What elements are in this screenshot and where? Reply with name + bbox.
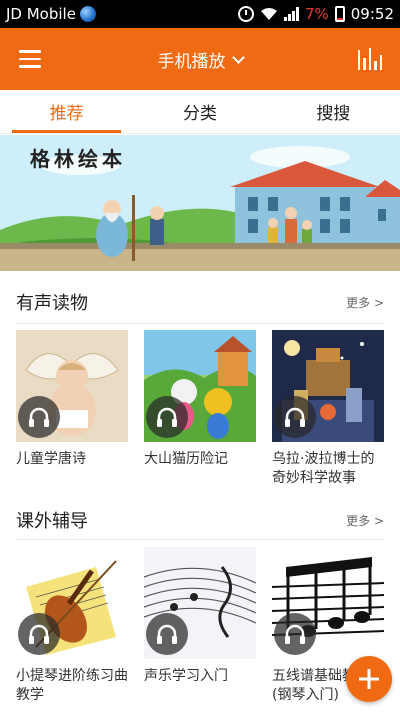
section-divider [16, 539, 384, 540]
headphones-icon[interactable] [274, 613, 316, 655]
section-header-tutoring: 课外辅导 更多 > [0, 498, 400, 542]
equalizer-icon[interactable] [340, 28, 400, 90]
tab-search[interactable]: 搜搜 [267, 90, 400, 133]
list-item[interactable]: 大山猫历险记 [144, 330, 256, 469]
globe-icon [79, 6, 96, 22]
carrier-name: JD Mobile [6, 5, 76, 23]
section-header-audiobooks: 有声读物 更多 > [0, 280, 400, 324]
headphones-icon[interactable] [146, 396, 188, 438]
plus-icon [359, 669, 379, 689]
tab-bar: 推荐 分类 搜搜 [0, 90, 400, 134]
headphones-icon[interactable] [146, 613, 188, 655]
battery-icon [334, 6, 345, 22]
title-dropdown[interactable]: 手机播放 [60, 47, 340, 72]
item-label: 声乐学习入门 [144, 668, 228, 684]
hamburger-icon[interactable] [0, 28, 60, 90]
wifi-icon [260, 8, 277, 20]
list-item[interactable]: 小提琴进阶练习曲教学 [16, 547, 128, 705]
list-item[interactable]: 儿童学唐诗 [16, 330, 128, 469]
chevron-down-icon [231, 50, 245, 64]
cover-image [272, 547, 384, 659]
item-label: 小提琴进阶练习曲教学 [16, 668, 128, 703]
headphones-icon[interactable] [18, 613, 60, 655]
item-label: 大山猫历险记 [144, 451, 228, 467]
alarm-icon [237, 6, 254, 22]
signal-icon [283, 7, 299, 21]
item-label: 儿童学唐诗 [16, 451, 86, 467]
more-link[interactable]: 更多 > [346, 512, 384, 529]
section-divider [16, 323, 384, 324]
cover-image [16, 330, 128, 442]
tab-category[interactable]: 分类 [133, 90, 266, 133]
item-label: 乌拉·波拉博士的奇妙科学故事 [272, 451, 375, 486]
section-title: 有声读物 [16, 293, 88, 314]
more-link[interactable]: 更多 > [346, 294, 384, 311]
list-item[interactable]: 声乐学习入门 [144, 547, 256, 686]
list-item[interactable]: 乌拉·波拉博士的奇妙科学故事 [272, 330, 384, 488]
battery-percent: 7% [304, 5, 329, 23]
cover-image [144, 547, 256, 659]
add-button[interactable] [346, 656, 392, 702]
featured-banner[interactable]: 格林绘本 [0, 135, 400, 271]
app-bar: 手机播放 [0, 28, 400, 90]
cover-image [272, 330, 384, 442]
headphones-icon[interactable] [274, 396, 316, 438]
clock: 09:52 [350, 5, 394, 23]
headphones-icon[interactable] [18, 396, 60, 438]
cover-image [144, 330, 256, 442]
cover-image [16, 547, 128, 659]
app-title: 手机播放 [157, 51, 226, 72]
section-title: 课外辅导 [16, 511, 88, 532]
status-bar: JD Mobile 7% 09:52 [0, 0, 400, 28]
banner-title: 格林绘本 [30, 147, 126, 171]
tab-recommend[interactable]: 推荐 [0, 90, 133, 133]
